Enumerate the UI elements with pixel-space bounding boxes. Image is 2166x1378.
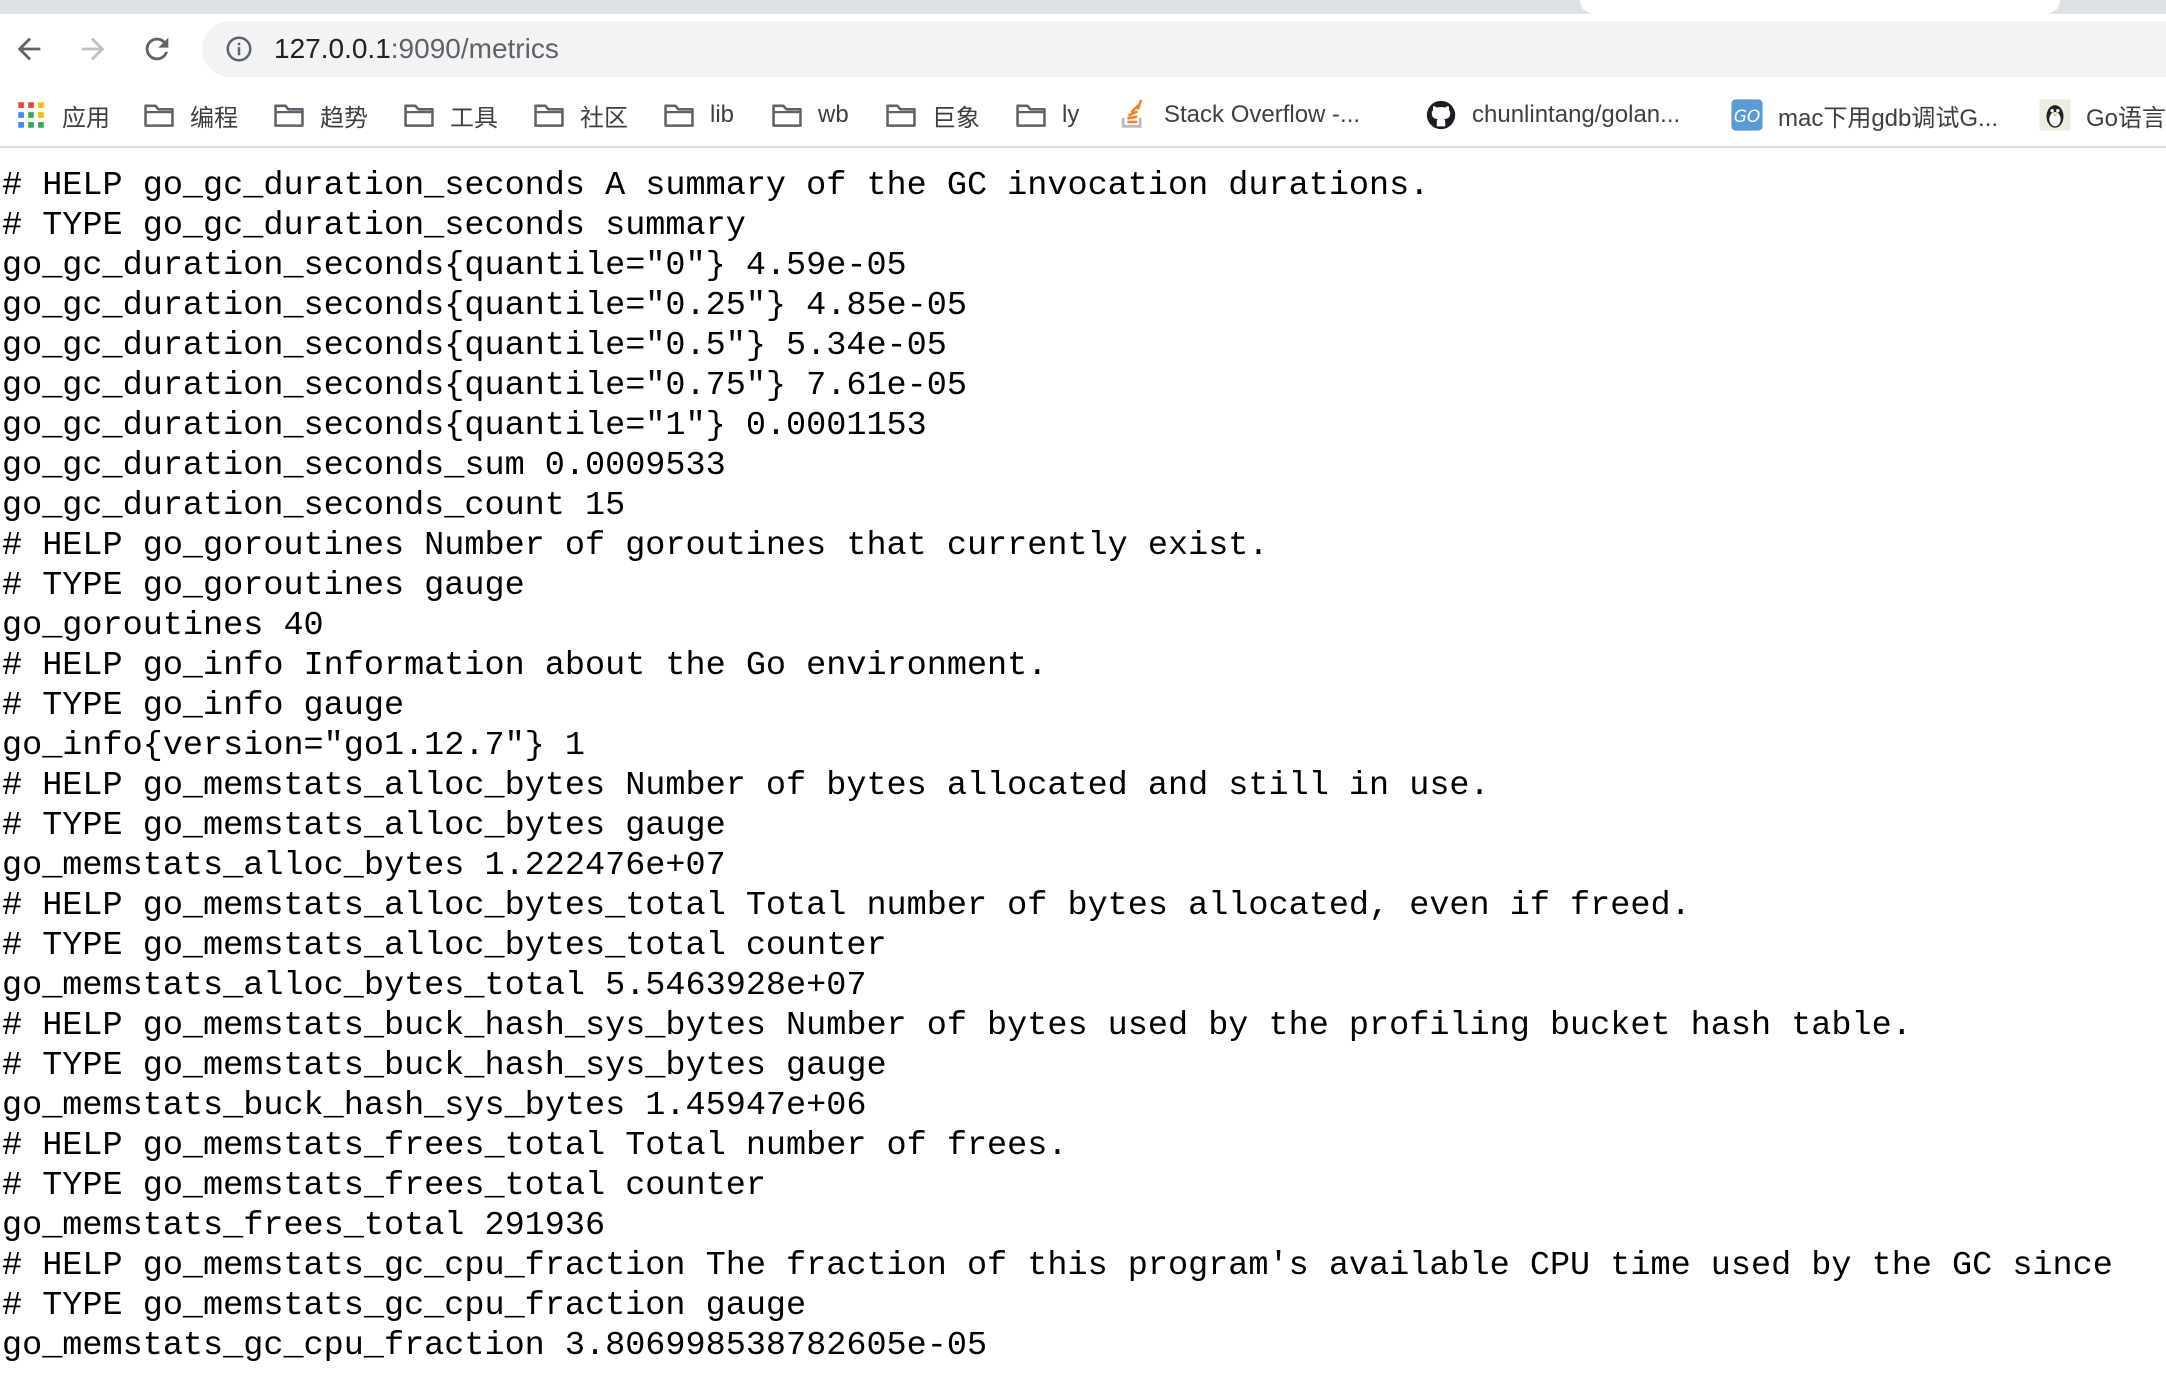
folder-icon xyxy=(662,98,696,132)
metric-comment-line: # TYPE go_memstats_gc_cpu_fraction gauge xyxy=(2,1287,807,1325)
metric-comment-line: # HELP go_memstats_frees_total Total num… xyxy=(2,1127,1068,1165)
metric-value-line: go_gc_duration_seconds_sum 0.0009533 xyxy=(2,447,726,485)
folder-icon xyxy=(272,98,306,132)
reload-button[interactable] xyxy=(134,26,180,72)
metric-comment-line: # HELP go_memstats_alloc_bytes Number of… xyxy=(2,767,1490,805)
metric-value-line: go_gc_duration_seconds{quantile="0.25"} … xyxy=(2,287,967,325)
folder-icon xyxy=(770,98,804,132)
metric-value-line: go_memstats_frees_total 291936 xyxy=(2,1207,606,1245)
metric-value-line: go_memstats_buck_hash_sys_bytes 1.45947e… xyxy=(2,1087,867,1125)
penguin-favicon xyxy=(2038,98,2072,132)
svg-text:GO: GO xyxy=(1734,107,1761,127)
folder-icon xyxy=(402,98,436,132)
metric-comment-line: # TYPE go_goroutines gauge xyxy=(2,567,525,605)
browser-toolbar: 127.0.0.1:9090/metrics xyxy=(0,14,2166,84)
metric-comment-line: # HELP go_memstats_buck_hash_sys_bytes N… xyxy=(2,1007,1912,1045)
bookmark-label: Go语言 xyxy=(2086,104,2166,132)
folder-icon xyxy=(142,98,176,132)
bookmark-label: 巨象 xyxy=(932,104,980,132)
forward-arrow-icon xyxy=(81,37,105,61)
bookmark-label: mac下用gdb调试G... xyxy=(1778,104,1999,132)
bookmark-folder-trends[interactable]: 趋势 xyxy=(272,84,368,146)
metric-value-line: go_info{version="go1.12.7"} 1 xyxy=(2,727,585,765)
bookmark-label: lib xyxy=(710,101,735,128)
metric-value-line: go_memstats_alloc_bytes_total 5.5463928e… xyxy=(2,967,867,1005)
metric-comment-line: # TYPE go_info gauge xyxy=(2,687,405,725)
bookmark-label: ly xyxy=(1062,101,1080,128)
bookmark-folder-ly[interactable]: ly xyxy=(1014,84,1079,146)
url-path: :9090/metrics xyxy=(390,33,559,64)
reload-icon xyxy=(145,37,169,61)
bookmark-gdb-article[interactable]: GO mac下用gdb调试G... xyxy=(1730,84,1998,146)
metric-value-line: go_memstats_alloc_bytes 1.222476e+07 xyxy=(2,847,726,885)
folder-icon xyxy=(532,98,566,132)
bookmark-label: 编程 xyxy=(190,104,238,132)
folder-icon xyxy=(884,98,918,132)
bookmark-folder-juxiang[interactable]: 巨象 xyxy=(884,84,980,146)
bookmark-label: 社区 xyxy=(580,104,628,132)
bookmark-folder-tools[interactable]: 工具 xyxy=(402,84,498,146)
bookmark-folder-programming[interactable]: 编程 xyxy=(142,84,238,146)
bookmark-github[interactable]: chunlintang/golan... xyxy=(1424,84,1680,146)
metric-comment-line: # TYPE go_gc_duration_seconds summary xyxy=(2,207,746,245)
metric-comment-line: # HELP go_gc_duration_seconds A summary … xyxy=(2,167,1430,205)
url-host: 127.0.0.1 xyxy=(274,33,391,64)
metric-comment-line: # TYPE go_memstats_alloc_bytes_total cou… xyxy=(2,927,887,965)
bookmark-folder-wb[interactable]: wb xyxy=(770,84,849,146)
forward-button[interactable] xyxy=(70,26,116,72)
back-button[interactable] xyxy=(6,26,52,72)
bookmark-stackoverflow[interactable]: Stack Overflow -... xyxy=(1116,84,1360,146)
bookmark-go-language[interactable]: Go语言 xyxy=(2038,84,2166,146)
metrics-text: # HELP go_gc_duration_seconds A summary … xyxy=(2,166,2166,1366)
folder-icon xyxy=(1014,98,1048,132)
bookmark-label: 应用 xyxy=(62,104,110,132)
metric-comment-line: # TYPE go_memstats_frees_total counter xyxy=(2,1167,766,1205)
bookmark-label: chunlintang/golan... xyxy=(1472,101,1681,128)
go-favicon: GO xyxy=(1730,98,1764,132)
metric-comment-line: # TYPE go_memstats_alloc_bytes gauge xyxy=(2,807,726,845)
bookmark-label: 工具 xyxy=(450,104,498,132)
tab-strip xyxy=(0,0,2166,14)
active-tab[interactable] xyxy=(1580,0,2060,14)
apps-grid-icon xyxy=(14,98,48,132)
metric-value-line: go_gc_duration_seconds{quantile="1"} 0.0… xyxy=(2,407,927,445)
metric-comment-line: # HELP go_goroutines Number of goroutine… xyxy=(2,527,1269,565)
bookmark-label: 趋势 xyxy=(320,104,368,132)
bookmark-apps[interactable]: 应用 xyxy=(14,84,110,146)
back-arrow-icon xyxy=(17,37,41,61)
metric-value-line: go_goroutines 40 xyxy=(2,607,324,645)
stackoverflow-icon xyxy=(1116,98,1150,132)
metric-comment-line: # HELP go_memstats_gc_cpu_fraction The f… xyxy=(2,1247,2113,1285)
metric-value-line: go_gc_duration_seconds{quantile="0.75"} … xyxy=(2,367,967,405)
bookmark-folder-community[interactable]: 社区 xyxy=(532,84,628,146)
url-text[interactable]: 127.0.0.1:9090/metrics xyxy=(274,33,559,65)
metric-comment-line: # TYPE go_memstats_buck_hash_sys_bytes g… xyxy=(2,1047,887,1085)
metric-value-line: go_gc_duration_seconds{quantile="0.5"} 5… xyxy=(2,327,947,365)
github-icon xyxy=(1424,98,1458,132)
address-bar[interactable]: 127.0.0.1:9090/metrics xyxy=(202,21,2166,77)
metric-value-line: go_gc_duration_seconds_count 15 xyxy=(2,487,626,525)
bookmarks-bar: 应用 编程 趋势 工具 社区 lib wb 巨象 ly Stack Overfl… xyxy=(0,84,2166,148)
metric-value-line: go_gc_duration_seconds{quantile="0"} 4.5… xyxy=(2,247,907,285)
site-info-icon[interactable] xyxy=(222,32,256,66)
bookmark-label: Stack Overflow -... xyxy=(1164,101,1361,128)
metric-comment-line: # HELP go_memstats_alloc_bytes_total Tot… xyxy=(2,887,1691,925)
bookmark-folder-lib[interactable]: lib xyxy=(662,84,734,146)
metric-comment-line: # HELP go_info Information about the Go … xyxy=(2,647,1048,685)
bookmark-label: wb xyxy=(818,101,849,128)
metric-value-line: go_memstats_gc_cpu_fraction 3.8069985387… xyxy=(2,1327,988,1365)
